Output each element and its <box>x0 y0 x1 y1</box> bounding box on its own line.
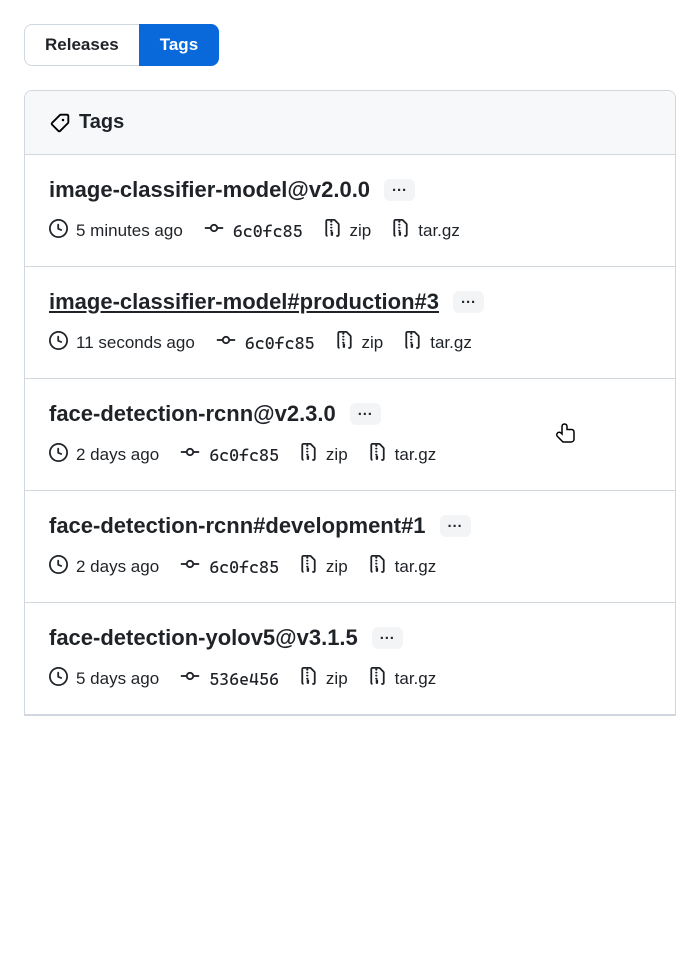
kebab-menu-button[interactable]: ··· <box>372 627 403 649</box>
tag-meta-row: 2 days ago 6c0fc85 zip tar.gz <box>49 553 651 580</box>
tab-tags[interactable]: Tags <box>139 24 219 66</box>
file-zip-icon <box>391 219 410 243</box>
tag-name-link[interactable]: face-detection-yolov5@v3.1.5 <box>49 625 358 651</box>
tag-name-link[interactable]: face-detection-rcnn#development#1 <box>49 513 426 539</box>
time-ago: 5 minutes ago <box>49 219 183 243</box>
tag-item: face-detection-yolov5@v3.1.5 ··· 5 days ag… <box>25 603 675 715</box>
tag-title-row: face-detection-yolov5@v3.1.5 ··· <box>49 625 651 651</box>
commit-icon <box>203 217 225 244</box>
download-targz-link[interactable]: tar.gz <box>368 555 437 579</box>
zip-label: zip <box>350 221 372 241</box>
time-label: 5 minutes ago <box>76 221 183 241</box>
targz-label: tar.gz <box>418 221 460 241</box>
clock-icon <box>49 331 68 355</box>
download-targz-link[interactable]: tar.gz <box>368 443 437 467</box>
targz-label: tar.gz <box>430 333 472 353</box>
commit-hash: 6c0fc85 <box>245 333 315 353</box>
file-zip-icon <box>299 443 318 467</box>
tag-title-row: image-classifier-model@v2.0.0 ··· <box>49 177 651 203</box>
tag-item: face-detection-rcnn#development#1 ··· 2 da… <box>25 491 675 603</box>
clock-icon <box>49 219 68 243</box>
tag-name-link[interactable]: image-classifier-model#production#3 <box>49 289 439 315</box>
tag-title-row: face-detection-rcnn@v2.3.0 ··· <box>49 401 651 427</box>
tag-item: image-classifier-model@v2.0.0 ··· 5 minute… <box>25 155 675 267</box>
kebab-menu-button[interactable]: ··· <box>384 179 415 201</box>
download-zip-link[interactable]: zip <box>299 555 348 579</box>
tag-meta-row: 2 days ago 6c0fc85 zip tar.gz <box>49 441 651 468</box>
kebab-menu-button[interactable]: ··· <box>453 291 484 313</box>
tab-releases[interactable]: Releases <box>24 24 140 66</box>
commit-icon <box>179 665 201 692</box>
tag-title-row: image-classifier-model#production#3 ··· <box>49 289 651 315</box>
download-targz-link[interactable]: tar.gz <box>368 667 437 691</box>
file-zip-icon <box>299 667 318 691</box>
commit-link[interactable]: 536e456 <box>179 665 279 692</box>
download-zip-link[interactable]: zip <box>335 331 384 355</box>
commit-link[interactable]: 6c0fc85 <box>179 553 279 580</box>
targz-label: tar.gz <box>395 557 437 577</box>
time-ago: 5 days ago <box>49 667 159 691</box>
zip-label: zip <box>362 333 384 353</box>
download-zip-link[interactable]: zip <box>323 219 372 243</box>
kebab-menu-button[interactable]: ··· <box>350 403 381 425</box>
tab-nav: Releases Tags <box>24 24 676 66</box>
commit-link[interactable]: 6c0fc85 <box>215 329 315 356</box>
commit-link[interactable]: 6c0fc85 <box>179 441 279 468</box>
download-zip-link[interactable]: zip <box>299 667 348 691</box>
file-zip-icon <box>368 667 387 691</box>
time-ago: 11 seconds ago <box>49 331 195 355</box>
zip-label: zip <box>326 445 348 465</box>
tag-icon <box>48 113 71 133</box>
commit-hash: 6c0fc85 <box>209 445 279 465</box>
file-zip-icon <box>323 219 342 243</box>
commit-hash: 536e456 <box>209 669 279 689</box>
tags-panel: Tags image-classifier-model@v2.0.0 ··· 5 m… <box>24 90 676 716</box>
kebab-menu-button[interactable]: ··· <box>440 515 471 537</box>
file-zip-icon <box>368 555 387 579</box>
commit-icon <box>215 329 237 356</box>
clock-icon <box>49 555 68 579</box>
file-zip-icon <box>368 443 387 467</box>
tag-meta-row: 11 seconds ago 6c0fc85 zip tar.gz <box>49 329 651 356</box>
time-label: 2 days ago <box>76 445 159 465</box>
time-label: 5 days ago <box>76 669 159 689</box>
panel-title: Tags <box>79 111 124 134</box>
commit-icon <box>179 441 201 468</box>
panel-header: Tags <box>25 91 675 155</box>
tag-meta-row: 5 minutes ago 6c0fc85 zip tar.gz <box>49 217 651 244</box>
download-targz-link[interactable]: tar.gz <box>403 331 472 355</box>
time-ago: 2 days ago <box>49 555 159 579</box>
clock-icon <box>49 443 68 467</box>
file-zip-icon <box>403 331 422 355</box>
commit-hash: 6c0fc85 <box>209 557 279 577</box>
tags-list: image-classifier-model@v2.0.0 ··· 5 minute… <box>25 155 675 715</box>
time-label: 2 days ago <box>76 557 159 577</box>
targz-label: tar.gz <box>395 445 437 465</box>
tag-name-link[interactable]: face-detection-rcnn@v2.3.0 <box>49 401 336 427</box>
targz-label: tar.gz <box>395 669 437 689</box>
time-ago: 2 days ago <box>49 443 159 467</box>
tag-title-row: face-detection-rcnn#development#1 ··· <box>49 513 651 539</box>
zip-label: zip <box>326 669 348 689</box>
commit-hash: 6c0fc85 <box>233 221 303 241</box>
tag-item: face-detection-rcnn@v2.3.0 ··· 2 days ago 6… <box>25 379 675 491</box>
download-zip-link[interactable]: zip <box>299 443 348 467</box>
zip-label: zip <box>326 557 348 577</box>
tag-name-link[interactable]: image-classifier-model@v2.0.0 <box>49 177 370 203</box>
tag-meta-row: 5 days ago 536e456 zip tar.gz <box>49 665 651 692</box>
clock-icon <box>49 667 68 691</box>
time-label: 11 seconds ago <box>76 333 195 353</box>
download-targz-link[interactable]: tar.gz <box>391 219 460 243</box>
file-zip-icon <box>299 555 318 579</box>
commit-link[interactable]: 6c0fc85 <box>203 217 303 244</box>
commit-icon <box>179 553 201 580</box>
tag-item: image-classifier-model#production#3 ··· 11… <box>25 267 675 379</box>
file-zip-icon <box>335 331 354 355</box>
